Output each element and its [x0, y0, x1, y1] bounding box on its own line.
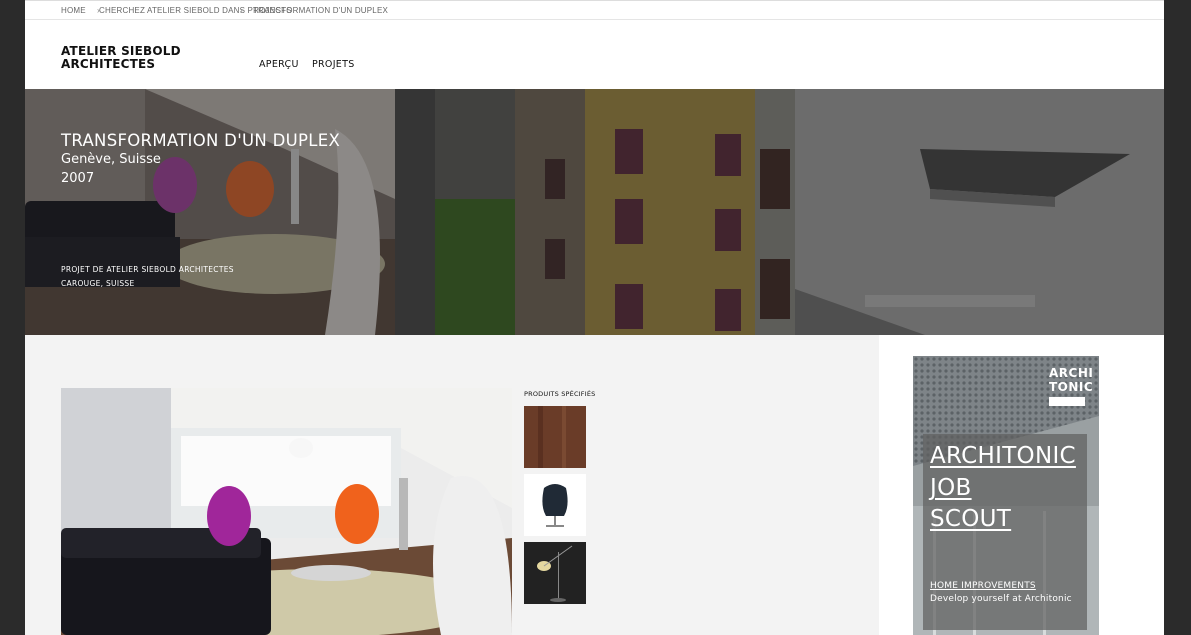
site-header: ATELIER SIEBOLD ARCHITECTES APERÇU PROJE…: [25, 20, 1164, 89]
nav-projets[interactable]: PROJETS: [312, 59, 355, 70]
living-room-photo: [61, 388, 512, 635]
nav-apercu[interactable]: APERÇU: [259, 59, 299, 70]
product-thumb-floor-lamp[interactable]: [524, 542, 586, 604]
product-thumb-egg-chair[interactable]: [524, 474, 586, 536]
architonic-job-scout-ad[interactable]: ARCHI TONIC ARCHITONIC JOB SCOUT HOME IM…: [913, 356, 1099, 635]
ad-tagline: Develop yourself at Architonic: [930, 594, 1072, 604]
hero-banner: TRANSFORMATION D'UN DUPLEX Genève, Suiss…: [25, 89, 1164, 335]
breadcrumb-home[interactable]: HOME: [61, 6, 86, 15]
sidebar: ARCHI TONIC ARCHITONIC JOB SCOUT HOME IM…: [879, 335, 1164, 635]
page: HOME › CHERCHEZ ATELIER SIEBOLD DANS PRO…: [25, 0, 1164, 635]
wood-panel-thumb: [524, 406, 586, 468]
project-photo[interactable]: [61, 388, 512, 635]
logo-text-2: TONIC: [1049, 380, 1094, 394]
site-logo[interactable]: ATELIER SIEBOLD ARCHITECTES: [61, 45, 181, 71]
credit-architect[interactable]: PROJET DE ATELIER SIEBOLD ARCHITECTES: [61, 263, 234, 277]
floor-lamp-thumb: [524, 542, 586, 604]
ad-headline-2: JOB: [930, 475, 972, 501]
project-title: TRANSFORMATION D'UN DUPLEX: [61, 131, 341, 150]
breadcrumb-separator: ›: [240, 6, 243, 15]
product-thumb-wood[interactable]: [524, 406, 586, 468]
breadcrumb: HOME › CHERCHEZ ATELIER SIEBOLD DANS PRO…: [25, 0, 1164, 20]
breadcrumb-current: TRANSFORMATION D'UN DUPLEX: [253, 6, 389, 15]
project-location: Genève, Suisse: [61, 152, 161, 167]
egg-chair-thumb: [524, 474, 586, 536]
logo-line2: ARCHITECTES: [61, 57, 156, 71]
project-credit: PROJET DE ATELIER SIEBOLD ARCHITECTES CA…: [61, 263, 234, 290]
architonic-logo: ARCHI TONIC: [1049, 366, 1093, 406]
project-year: 2007: [61, 171, 95, 186]
hero-image: [25, 89, 1164, 335]
logo-text-1: ARCHI: [1049, 366, 1094, 380]
products-label: PRODUITS SPÉCIFIÉS: [524, 390, 596, 398]
ad-headline-1: ARCHITONIC: [930, 443, 1076, 469]
ad-headline-3: SCOUT: [930, 506, 1012, 532]
project-content: PRODUITS SPÉCIFIÉS: [25, 335, 879, 635]
ad-text-panel: ARCHITONIC JOB SCOUT HOME IMPROVEMENTS D…: [923, 434, 1087, 630]
logo-bar: [1049, 397, 1085, 406]
credit-city: CAROUGE, SUISSE: [61, 278, 135, 288]
ad-subhead: HOME IMPROVEMENTS: [930, 581, 1036, 591]
